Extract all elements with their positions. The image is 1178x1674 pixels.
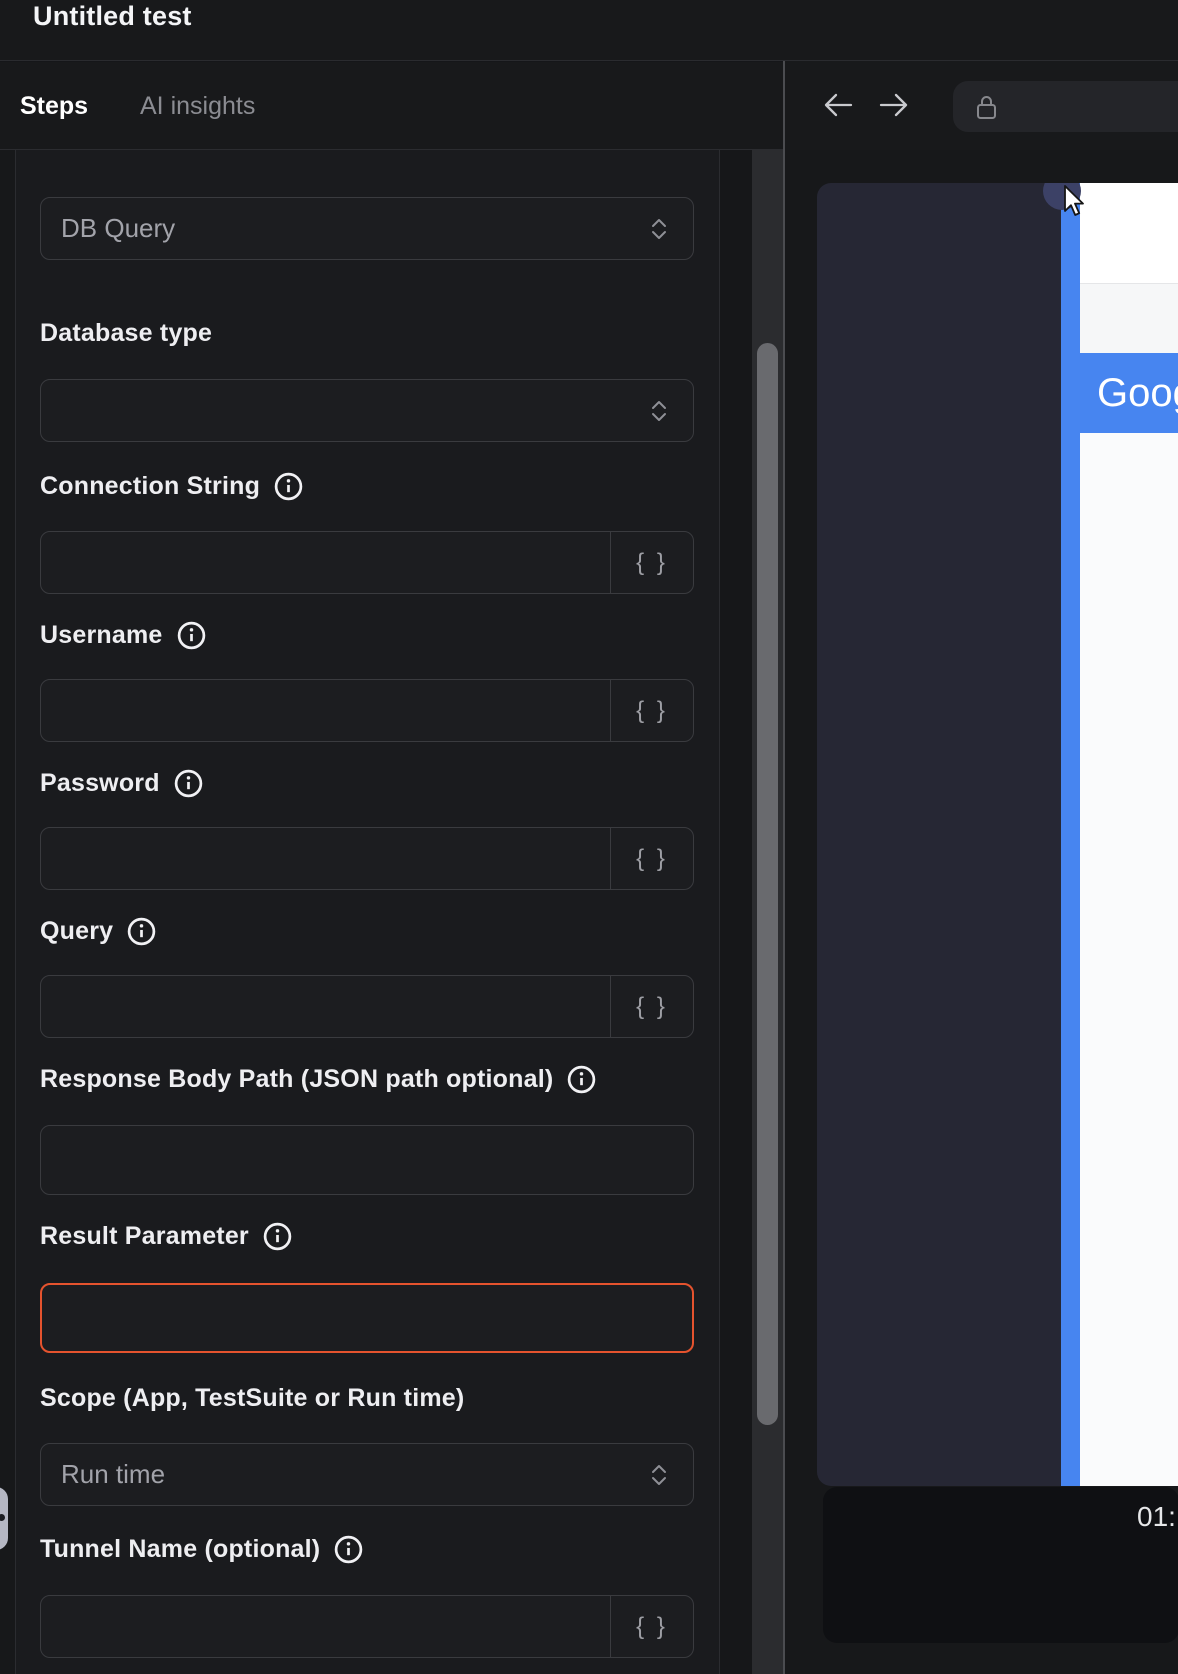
title-bar: Untitled test [0,0,1178,61]
field-label-text: Connection String [40,472,260,501]
preview-page-strip [1080,284,1178,353]
info-icon [262,1221,293,1252]
panel-left-edge [0,150,16,1674]
field-label-text: Query [40,917,113,946]
lock-icon [975,93,998,121]
curly-braces-icon: { } [636,845,668,873]
tunnel-name-input[interactable]: { } [40,1595,694,1658]
screenshot-preview[interactable]: Google [817,183,1178,1486]
scope-label: Scope (App, TestSuite or Run time) [40,1383,464,1414]
field-label-text: Database type [40,319,212,348]
curly-braces-icon: { } [636,1613,668,1641]
preview-webpage: Google [1080,183,1178,1486]
chevron-updown-icon [649,216,669,242]
app-window: Untitled test Steps AI insights DB Query… [0,0,1178,1674]
field-label-text: Response Body Path (JSON path optional) [40,1065,553,1094]
result-parameter-input[interactable] [40,1283,694,1353]
scrollbar-thumb[interactable] [757,343,778,1425]
field-label-text: Result Parameter [40,1222,249,1251]
info-icon [176,620,207,651]
step-config-panel: DB Query Database type Connection String { … [0,150,720,1674]
username-label: Username [40,620,207,651]
username-input[interactable]: { } [40,679,694,742]
password-label: Password [40,768,204,799]
info-icon [273,471,304,502]
field-label-text: Scope (App, TestSuite or Run time) [40,1384,464,1413]
curly-braces-icon: { } [636,549,668,577]
field-label-text: Tunnel Name (optional) [40,1535,320,1564]
scope-select[interactable]: Run time [40,1443,694,1506]
preview-google-button-label: Google [1080,371,1178,416]
result-parameter-label: Result Parameter [40,1221,293,1252]
highlight-strip [1061,183,1080,1486]
step-type-select[interactable]: DB Query [40,197,694,260]
info-icon [126,916,157,947]
info-icon [566,1064,597,1095]
tab-ai-insights[interactable]: AI insights [140,62,255,150]
mouse-cursor-icon [1063,185,1085,219]
response-body-path-label: Response Body Path (JSON path optional) [40,1064,597,1095]
curly-braces-icon: { } [636,993,668,1021]
insert-variable-button[interactable]: { } [610,680,693,741]
insert-variable-button[interactable]: { } [610,1596,693,1657]
drag-handle[interactable] [0,1487,8,1550]
drag-handle-dot [0,1514,5,1521]
select-value: Run time [61,1444,165,1505]
field-label-text: Password [40,769,160,798]
panel-gutter [720,150,752,1674]
preview-page-header [1080,183,1178,284]
browser-preview-panel: Google 01: [785,61,1178,1674]
tab-steps[interactable]: Steps [20,62,88,150]
chevron-updown-icon [649,1462,669,1488]
page-title: Untitled test [33,1,192,32]
connection-string-input[interactable]: { } [40,531,694,594]
database-type-label: Database type [40,318,212,349]
timeline-timestamp: 01: [1137,1501,1176,1533]
password-input[interactable]: { } [40,827,694,890]
back-arrow-icon[interactable] [821,87,855,123]
scrollbar-track[interactable] [752,150,783,1674]
query-input[interactable]: { } [40,975,694,1038]
info-icon [333,1534,364,1565]
preview-google-button[interactable]: Google [1080,353,1178,433]
tab-bar: Steps AI insights [0,62,783,150]
panel-divider[interactable] [783,61,785,1674]
forward-arrow-icon[interactable] [877,87,911,123]
field-label-text: Username [40,621,163,650]
select-value: DB Query [61,198,175,259]
curly-braces-icon: { } [636,697,668,725]
insert-variable-button[interactable]: { } [610,828,693,889]
response-body-path-input[interactable] [40,1125,694,1195]
chevron-updown-icon [649,398,669,424]
timeline-bar[interactable]: 01: [823,1487,1178,1643]
browser-toolbar [785,61,1178,150]
connection-string-label: Connection String [40,471,304,502]
database-type-select[interactable] [40,379,694,442]
browser-address-bar[interactable] [953,81,1178,132]
tunnel-name-label: Tunnel Name (optional) [40,1534,364,1565]
insert-variable-button[interactable]: { } [610,976,693,1037]
query-label: Query [40,916,157,947]
info-icon [173,768,204,799]
insert-variable-button[interactable]: { } [610,532,693,593]
